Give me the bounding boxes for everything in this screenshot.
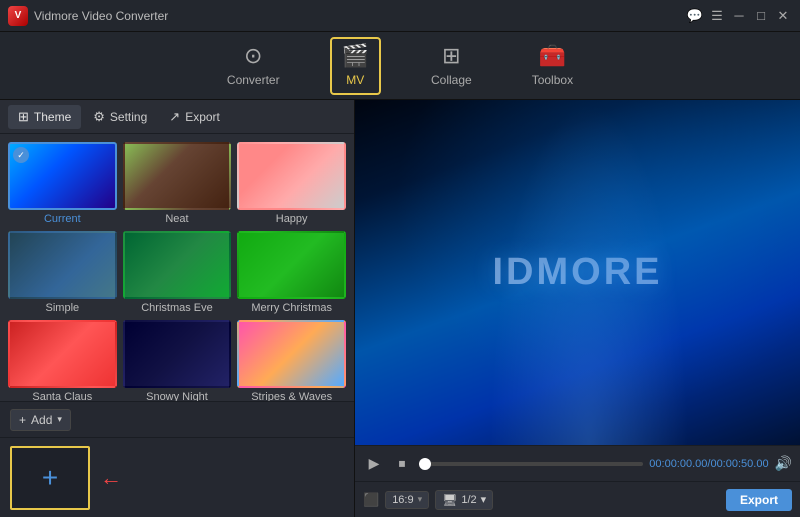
nav-toolbox-label: Toolbox — [532, 73, 573, 87]
monitor-select[interactable]: 🖥 1/2 ▾ — [435, 490, 493, 510]
left-panel: ⊞ Theme ⚙ Setting ↗ Export ✓ Current Neat H… — [0, 100, 355, 517]
theme-label-christmas-eve: Christmas Eve — [141, 302, 213, 314]
theme-thumb-current: ✓ — [8, 142, 117, 210]
monitor-dropdown-icon: ▾ — [481, 493, 487, 506]
theme-card-current[interactable]: ✓ Current — [8, 142, 117, 225]
ratio-value: 16:9 — [392, 494, 413, 506]
mv-icon: 🎬 — [342, 43, 369, 69]
nav-bar: ⊙ Converter 🎬 MV ⊞ Collage 🧰 Toolbox — [0, 32, 800, 100]
title-bar: V Vidmore Video Converter 💬 ☰ ─ □ ✕ — [0, 0, 800, 32]
theme-card-stripes-waves[interactable]: Stripes & Waves — [237, 320, 346, 401]
nav-mv-label: MV — [346, 73, 364, 87]
theme-card-snowy-night[interactable]: Snowy Night — [123, 320, 232, 401]
time-display: 00:00:00.00/00:00:50.00 — [649, 458, 768, 470]
nav-collage-label: Collage — [431, 73, 472, 87]
nav-converter[interactable]: ⊙ Converter — [217, 39, 290, 93]
tab-export-label: Export — [185, 110, 220, 124]
main-content: ⊞ Theme ⚙ Setting ↗ Export ✓ Current Neat H… — [0, 100, 800, 517]
add-plus-icon: + — [19, 413, 26, 427]
tab-theme[interactable]: ⊞ Theme — [8, 105, 81, 129]
theme-grid: ✓ Current Neat Happy Simple Christmas Eve Merr… — [0, 134, 354, 401]
tab-export[interactable]: ↗ Export — [159, 105, 230, 129]
theme-card-santa-claus[interactable]: Santa Claus — [8, 320, 117, 401]
progress-thumb — [419, 458, 431, 470]
theme-thumb-merry-christmas — [237, 231, 346, 299]
selected-badge: ✓ — [13, 147, 29, 163]
minimize-button[interactable]: ─ — [730, 7, 748, 25]
theme-thumb-simple — [8, 231, 117, 299]
theme-label-snowy-night: Snowy Night — [146, 391, 208, 401]
theme-card-neat[interactable]: Neat — [123, 142, 232, 225]
theme-label-simple: Simple — [46, 302, 80, 314]
tab-setting[interactable]: ⚙ Setting — [83, 105, 157, 129]
theme-card-simple[interactable]: Simple — [8, 231, 117, 314]
close-button[interactable]: ✕ — [774, 7, 792, 25]
theme-card-christmas-eve[interactable]: Christmas Eve — [123, 231, 232, 314]
bottom-bar: ⬛ 16:9 ▾ 🖥 1/2 ▾ Export — [355, 481, 800, 517]
play-button[interactable]: ▶ — [363, 453, 385, 475]
nav-collage[interactable]: ⊞ Collage — [421, 39, 482, 93]
theme-card-merry-christmas[interactable]: Merry Christmas — [237, 231, 346, 314]
app-logo: V — [8, 6, 28, 26]
tab-setting-label: Setting — [110, 110, 147, 124]
theme-tab-icon: ⊞ — [18, 109, 29, 125]
controls-bar: ▶ ⏹ 00:00:00.00/00:00:50.00 🔊 — [355, 445, 800, 481]
nav-converter-label: Converter — [227, 73, 280, 87]
nav-toolbox[interactable]: 🧰 Toolbox — [522, 39, 583, 93]
tab-strip: ⊞ Theme ⚙ Setting ↗ Export — [0, 100, 354, 134]
theme-thumb-neat — [123, 142, 232, 210]
theme-label-current: Current — [44, 213, 81, 225]
monitor-value: 1/2 — [461, 494, 476, 506]
aspect-ratio-icon: ⬛ — [363, 492, 379, 508]
toolbox-icon: 🧰 — [539, 43, 566, 69]
chat-icon[interactable]: 💬 — [686, 7, 704, 25]
volume-icon[interactable]: 🔊 — [775, 455, 792, 472]
converter-icon: ⊙ — [244, 43, 262, 69]
ratio-dropdown-icon: ▾ — [418, 494, 423, 505]
theme-label-neat: Neat — [165, 213, 188, 225]
media-strip: + ← — [0, 437, 354, 517]
menu-icon[interactable]: ☰ — [708, 7, 726, 25]
tab-theme-label: Theme — [34, 110, 71, 124]
add-dropdown-icon: ▾ — [57, 414, 62, 425]
export-button[interactable]: Export — [726, 489, 792, 511]
arrow-indicator: ← — [100, 465, 122, 491]
stop-button[interactable]: ⏹ — [391, 453, 413, 475]
window-controls: 💬 ☰ ─ □ ✕ — [686, 7, 792, 25]
theme-label-happy: Happy — [276, 213, 308, 225]
theme-thumb-stripes-waves — [237, 320, 346, 388]
theme-card-happy[interactable]: Happy — [237, 142, 346, 225]
theme-thumb-santa-claus — [8, 320, 117, 388]
app-title: Vidmore Video Converter — [34, 9, 686, 23]
progress-bar[interactable] — [419, 462, 643, 466]
ratio-select[interactable]: 16:9 ▾ — [385, 491, 429, 509]
monitor-icon: 🖥 — [442, 493, 457, 507]
theme-thumb-christmas-eve — [123, 231, 232, 299]
add-button[interactable]: + Add ▾ — [10, 409, 71, 431]
export-tab-icon: ↗ — [169, 109, 180, 125]
theme-label-stripes-waves: Stripes & Waves — [251, 391, 332, 401]
nav-mv[interactable]: 🎬 MV — [330, 37, 381, 95]
right-panel: IDMORE ▶ ⏹ 00:00:00.00/00:00:50.00 🔊 ⬛ 1… — [355, 100, 800, 517]
video-preview: IDMORE — [355, 100, 800, 445]
setting-tab-icon: ⚙ — [93, 109, 105, 125]
media-add-plus-icon: + — [42, 462, 58, 494]
maximize-button[interactable]: □ — [752, 7, 770, 25]
theme-thumb-snowy-night — [123, 320, 232, 388]
theme-label-merry-christmas: Merry Christmas — [251, 302, 332, 314]
media-add-box[interactable]: + — [10, 446, 90, 510]
theme-thumb-happy — [237, 142, 346, 210]
theme-label-santa-claus: Santa Claus — [32, 391, 92, 401]
cave-effect-decoration — [355, 100, 800, 445]
add-button-label: Add — [31, 413, 52, 427]
collage-icon: ⊞ — [442, 43, 460, 69]
add-bar: + Add ▾ — [0, 401, 354, 437]
